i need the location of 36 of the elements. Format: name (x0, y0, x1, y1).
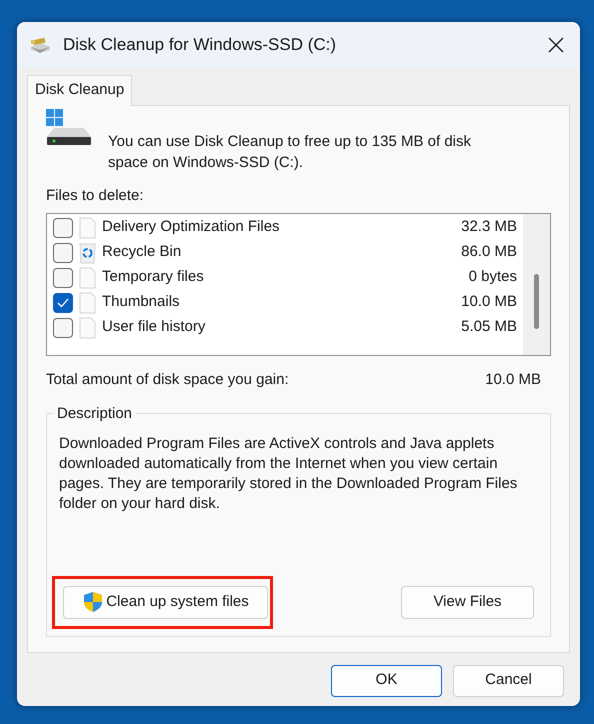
checkbox[interactable] (53, 292, 73, 312)
clean-up-system-files-button[interactable]: Clean up system files (63, 586, 268, 618)
file-name: Thumbnails (102, 292, 180, 312)
description-text: Downloaded Program Files are ActiveX controls and Java applets downloaded automatically from the Internet when you view certain pages. They are temporarily stored in the Downloaded Program Files folder on your hard disk. (59, 434, 518, 514)
cancel-button[interactable]: Cancel (453, 664, 564, 696)
view-files-button[interactable]: View Files (401, 586, 534, 618)
file-icon (79, 316, 96, 338)
checkbox[interactable] (53, 318, 73, 338)
tab[interactable]: Disk Cleanup (27, 75, 132, 106)
file-size: 86.0 MB (461, 242, 518, 262)
checkbox[interactable] (53, 218, 73, 238)
checkbox[interactable] (53, 268, 73, 288)
window-title: Disk Cleanup for Windows-SSD (C:) (63, 34, 336, 56)
ok-button[interactable]: OK (331, 664, 442, 696)
checkbox[interactable] (53, 242, 73, 262)
check-icon (57, 298, 69, 308)
file-size: 5.05 MB (461, 317, 518, 338)
file-name: Temporary files (102, 267, 204, 288)
recycle-bin-icon (79, 242, 96, 264)
total-value: 10.0 MB (485, 370, 541, 390)
intro-text: You can use Disk Cleanup to free up to 135 MB of disk space on Windows-SSD (C:). (108, 132, 472, 172)
file-name: Delivery Optimization Files (102, 217, 280, 238)
files-label: Files to delete: (46, 186, 145, 206)
close-icon (548, 37, 564, 54)
file-name: User file history (102, 317, 206, 338)
scrollbar[interactable] (523, 214, 550, 355)
file-size: 10.0 MB (461, 292, 518, 312)
file-icon (79, 216, 96, 238)
file-size: 32.3 MB (461, 217, 518, 238)
total-label: Total amount of disk space you gain: (46, 370, 289, 390)
file-icon (79, 292, 96, 314)
shield-icon (82, 591, 104, 613)
file-name: Recycle Bin (102, 242, 182, 262)
file-size: 0 bytes (468, 267, 518, 288)
drive-icon (46, 108, 92, 144)
file-icon (79, 266, 96, 288)
